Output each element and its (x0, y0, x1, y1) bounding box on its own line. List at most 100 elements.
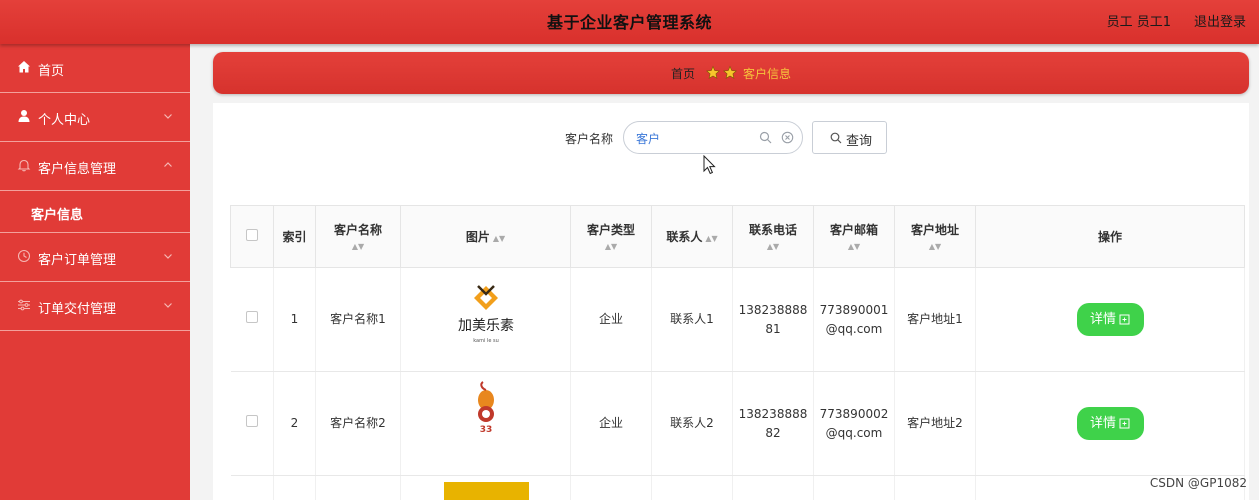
sort-icon: ▲▼ (766, 242, 780, 251)
select-all-cell (230, 205, 274, 268)
detail-button-label: 详情 (1089, 416, 1116, 431)
cell-phone (732, 475, 814, 500)
sidebar-item-home[interactable]: 首页 (0, 44, 190, 93)
svg-text:33: 33 (479, 425, 492, 435)
cell-email: 773890001 @qq.com (813, 267, 895, 372)
mouse-cursor-icon (703, 155, 716, 175)
breadcrumb-home[interactable]: 首页 (671, 65, 695, 82)
col-image[interactable]: 图片 ▲▼ (400, 205, 571, 268)
cell-type (570, 475, 652, 500)
phone-line-1: 138238888 (738, 406, 808, 421)
cell-image: 加美乐素 kami le su (400, 267, 571, 372)
svg-text:加美乐素: 加美乐素 (458, 318, 514, 334)
email-line-1: 773890001 (819, 302, 889, 317)
sidebar-item-customer-mgmt[interactable]: 客户信息管理 (0, 142, 190, 191)
col-type[interactable]: 客户类型 ▲▼ (570, 205, 652, 268)
sidebar-item-delivery-mgmt[interactable]: 订单交付管理 (0, 282, 190, 331)
sidebar: 首页 个人中心 客户信息管理 客户信息 客户订单管理 订单交付管理 (0, 44, 190, 500)
row-checkbox[interactable] (245, 311, 258, 323)
search-icon (759, 131, 772, 144)
sliders-icon (18, 299, 30, 311)
col-phone[interactable]: 联系电话 ▲▼ (732, 205, 814, 268)
star-separator-icon (706, 65, 737, 79)
col-address[interactable]: 客户地址 ▲▼ (894, 205, 976, 268)
search-label: 客户名称 (565, 132, 614, 146)
email-line-2: @qq.com (825, 425, 883, 440)
customer-logo-image: 33 (477, 380, 494, 435)
col-image-label: 图片 (465, 230, 490, 244)
cell-email (813, 475, 895, 500)
sort-icon: ▲▼ (928, 242, 942, 251)
email-line-2: @qq.com (825, 321, 883, 336)
query-button-label: 查询 (846, 134, 873, 149)
row-checkbox[interactable] (245, 415, 258, 427)
col-phone-label: 联系电话 (748, 223, 797, 237)
col-index: 索引 (273, 205, 316, 268)
cell-address: 客户地址2 (894, 371, 976, 476)
cell-name: 客户名称2 (315, 371, 401, 476)
breadcrumb-current: 客户信息 (743, 67, 792, 81)
cell-contact: 联系人2 (651, 371, 733, 476)
cell-address (894, 475, 976, 500)
clear-icon[interactable] (781, 131, 794, 144)
cell-contact (651, 475, 733, 500)
customer-table: 索引 客户名称 ▲▼ 图片 ▲▼ 客户类型 ▲▼ 联系人 ▲▼ 联系电话 ▲▼ 客户邮箱 ▲… (230, 205, 1245, 500)
email-line-1: 773890002 (819, 406, 889, 421)
col-email[interactable]: 客户邮箱 ▲▼ (813, 205, 895, 268)
select-all-checkbox[interactable] (246, 229, 258, 241)
phone-line-1: 138238888 (738, 302, 808, 317)
cell-email: 773890002 @qq.com (813, 371, 895, 476)
cell-phone: 138238888 81 (732, 267, 814, 372)
app-title: 基于企业客户管理系统 (546, 13, 712, 32)
chevron-down-icon (164, 303, 172, 308)
cell-phone: 138238888 82 (732, 371, 814, 476)
row-select-cell (230, 371, 274, 476)
table-header-row: 索引 客户名称 ▲▼ 图片 ▲▼ 客户类型 ▲▼ 联系人 ▲▼ 联系电话 ▲▼ 客户邮箱 ▲… (230, 205, 1245, 268)
sidebar-item-label: 订单交付管理 (38, 302, 117, 317)
col-name-label: 客户名称 (333, 223, 382, 237)
sidebar-item-personal[interactable]: 个人中心 (0, 93, 190, 142)
search-input[interactable] (636, 128, 746, 148)
cell-index (273, 475, 316, 500)
col-name[interactable]: 客户名称 ▲▼ (315, 205, 401, 268)
sidebar-subitem-label: 客户信息 (31, 208, 84, 223)
detail-button[interactable]: 详情 (1076, 407, 1144, 440)
home-icon (18, 61, 30, 73)
sort-icon: ▲▼ (847, 242, 861, 251)
breadcrumb: 首页 客户信息 (213, 52, 1249, 94)
logout-link[interactable]: 退出登录 (1194, 11, 1246, 30)
cell-index: 2 (273, 371, 316, 476)
sort-icon: ▲▼ (604, 242, 618, 251)
sort-icon: ▲▼ (492, 234, 506, 243)
col-contact[interactable]: 联系人 ▲▼ (651, 205, 733, 268)
search-icon (830, 132, 842, 144)
chevron-down-icon (164, 114, 172, 119)
phone-line-2: 82 (765, 425, 781, 440)
top-header: 基于企业客户管理系统 员工 员工1 退出登录 (0, 0, 1259, 44)
chevron-up-icon (164, 162, 172, 167)
customer-logo-image (444, 482, 529, 500)
query-button[interactable]: 查询 (812, 121, 887, 154)
col-action-label: 操作 (1097, 230, 1122, 244)
col-type-label: 客户类型 (586, 223, 635, 237)
cell-action: 详情 (975, 371, 1245, 476)
cell-image: 33 (400, 371, 571, 476)
customer-logo-image: 加美乐素 kami le su (458, 284, 514, 344)
sidebar-item-label: 个人中心 (38, 113, 91, 128)
edit-icon (1119, 314, 1130, 325)
edit-icon (1119, 418, 1130, 429)
sidebar-item-label: 客户信息管理 (38, 162, 117, 177)
table-row (230, 475, 1245, 500)
sort-icon: ▲▼ (351, 242, 365, 251)
phone-line-2: 81 (765, 321, 781, 336)
col-email-label: 客户邮箱 (829, 223, 878, 237)
sidebar-item-order-mgmt[interactable]: 客户订单管理 (0, 233, 190, 282)
detail-button[interactable]: 详情 (1076, 303, 1144, 336)
svg-text:kami le su: kami le su (473, 338, 499, 344)
cell-address: 客户地址1 (894, 267, 976, 372)
sidebar-item-customer-info[interactable]: 客户信息 (0, 191, 190, 233)
cell-name: 客户名称1 (315, 267, 401, 372)
col-index-label: 索引 (282, 230, 307, 244)
cell-type: 企业 (570, 267, 652, 372)
col-address-label: 客户地址 (910, 223, 959, 237)
